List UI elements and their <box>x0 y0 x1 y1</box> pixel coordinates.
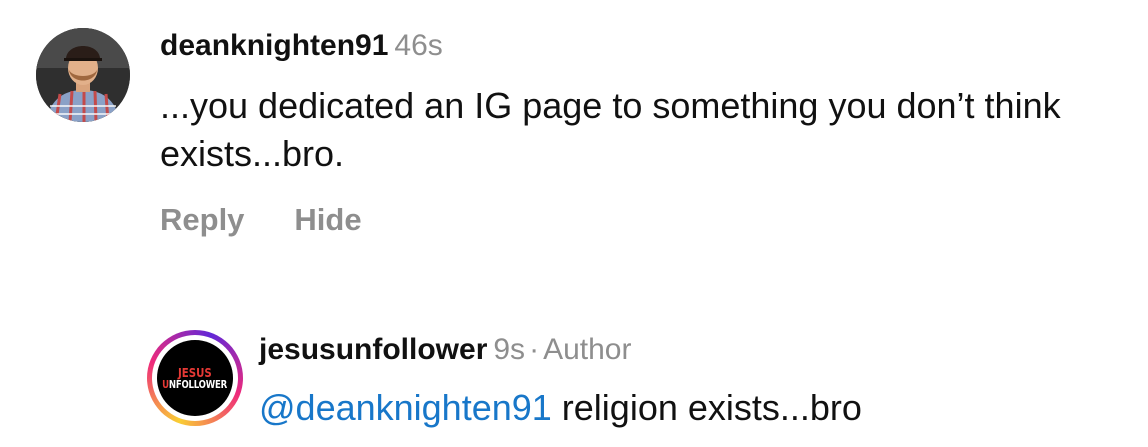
username[interactable]: jesusunfollower <box>259 333 487 366</box>
hide-button[interactable]: Hide <box>294 200 361 240</box>
mention-link[interactable]: @deanknighten91 <box>259 387 552 428</box>
comment-actions: Reply Hide <box>160 200 362 240</box>
comment-text: ...you dedicated an IG page to something… <box>160 85 1061 174</box>
avatar-border: JESUS UNFOLLOWER <box>152 335 238 421</box>
jesus-unfollower-logo-icon: JESUS UNFOLLOWER <box>157 340 233 416</box>
author-badge: Author <box>543 333 632 366</box>
logo-text-bottom: UNFOLLOWER <box>163 379 228 390</box>
story-ring[interactable]: JESUS UNFOLLOWER <box>147 330 243 426</box>
separator-dot: · <box>529 333 540 366</box>
reply-text: @deanknighten91 religion exists...bro <box>259 384 862 432</box>
username[interactable]: deanknighten91 <box>160 29 388 62</box>
comment-item: deanknighten91 46s ...you dedicated an IG… <box>36 24 1136 237</box>
user-photo-icon <box>36 28 130 122</box>
timestamp: 9s <box>493 333 526 366</box>
reply-item: JESUS UNFOLLOWER jesusunfollower 9s · Autho… <box>147 318 1137 443</box>
reply-header: jesusunfollower 9s · Author <box>259 330 631 370</box>
timestamp: 46s <box>394 29 443 62</box>
user-avatar[interactable] <box>36 28 130 122</box>
reply-button[interactable]: Reply <box>160 200 244 240</box>
logo-text-rest: NFOLLOWER <box>169 377 228 391</box>
comment-header: deanknighten91 46s <box>160 26 443 66</box>
reply-body: religion exists...bro <box>561 387 862 428</box>
